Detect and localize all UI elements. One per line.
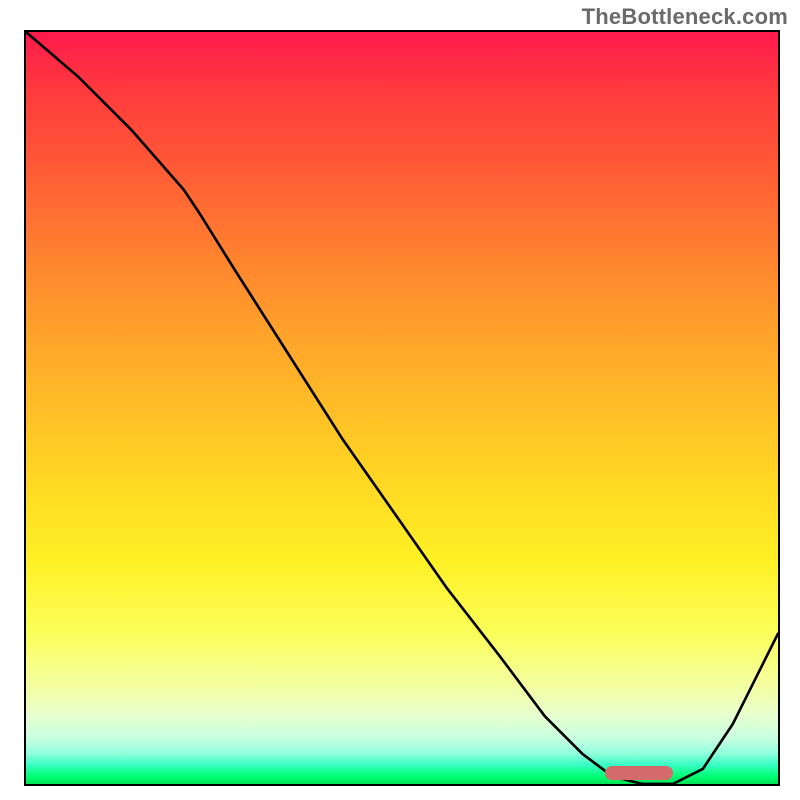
chart-canvas: TheBottleneck.com (0, 0, 800, 800)
optimal-range-marker (605, 766, 673, 780)
bottleneck-curve (26, 32, 778, 784)
watermark-text: TheBottleneck.com (582, 4, 788, 30)
plot-area (24, 30, 780, 786)
